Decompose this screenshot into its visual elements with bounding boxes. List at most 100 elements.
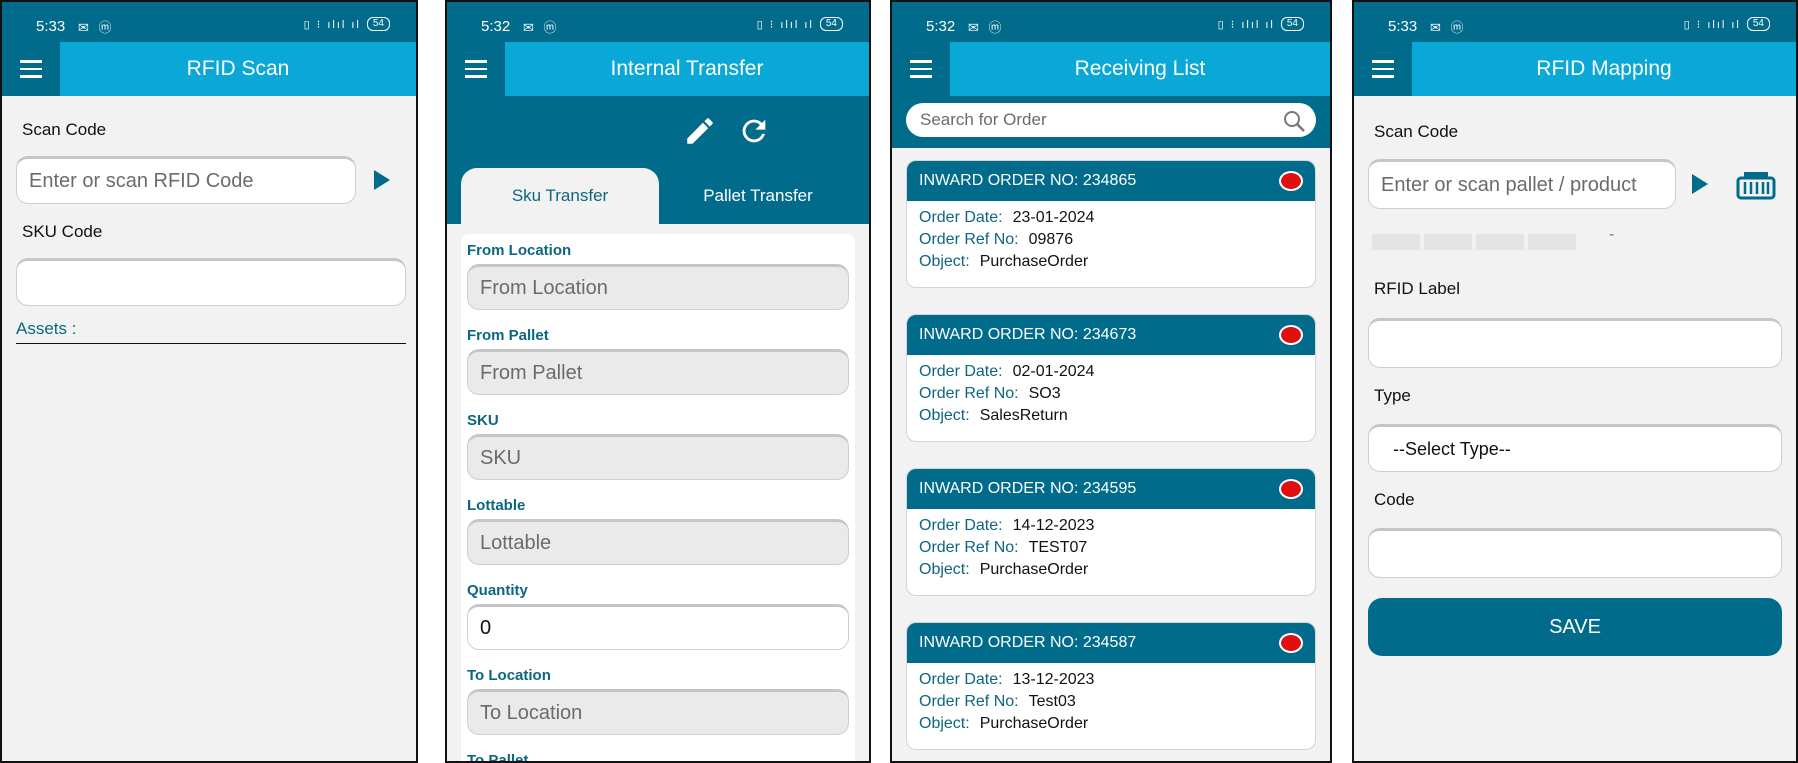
scan-code-label: Scan Code bbox=[1374, 122, 1459, 141]
status-time: 5:33 bbox=[1388, 18, 1418, 35]
code-input[interactable] bbox=[1368, 528, 1782, 578]
order-number: INWARD ORDER NO: 234595 bbox=[919, 480, 1137, 497]
order-number: INWARD ORDER NO: 234673 bbox=[919, 326, 1137, 343]
screen-title: RFID Mapping bbox=[1412, 42, 1796, 96]
order-object: SalesReturn bbox=[979, 407, 1068, 424]
save-button[interactable]: SAVE bbox=[1368, 598, 1782, 656]
sku-label: SKU bbox=[467, 412, 499, 429]
status-dot-icon bbox=[1279, 633, 1303, 653]
play-icon[interactable] bbox=[374, 170, 390, 190]
order-card[interactable]: INWARD ORDER NO: 234673 Order Date: 02-01… bbox=[906, 314, 1316, 442]
app-bar: RFID Scan bbox=[2, 42, 416, 96]
notification-icons: ✉ ⓜ bbox=[1430, 20, 1467, 35]
scan-code-label: Scan Code bbox=[22, 120, 107, 139]
play-icon[interactable] bbox=[1692, 174, 1708, 194]
notification-icons: ✉ ⓜ bbox=[523, 20, 560, 35]
search-placeholder: Search for Order bbox=[920, 110, 1047, 129]
internal-transfer-screen: 5:32 ✉ ⓜ ▯ ⁝ ılıl ıl 54 Internal Transfe… bbox=[445, 0, 871, 763]
menu-icon[interactable] bbox=[447, 42, 505, 96]
lottable-label: Lottable bbox=[467, 497, 526, 514]
edit-icon[interactable] bbox=[683, 114, 717, 148]
order-date-label: Order Date: bbox=[919, 671, 1003, 688]
search-icon[interactable] bbox=[1282, 109, 1306, 133]
system-icons: ▯ ⁝ ılıl ıl 54 bbox=[757, 17, 843, 31]
battery-icon: 54 bbox=[1746, 17, 1770, 31]
order-card[interactable]: INWARD ORDER NO: 234865 Order Date: 23-01… bbox=[906, 160, 1316, 288]
quantity-label: Quantity bbox=[467, 582, 528, 599]
object-label: Object: bbox=[919, 407, 970, 424]
battery-icon: 54 bbox=[1280, 17, 1304, 31]
system-icons: ▯ ⁝ ılıl ıl 54 bbox=[1218, 17, 1304, 31]
from-pallet-input[interactable]: From Pallet bbox=[467, 349, 849, 395]
order-ref-label: Order Ref No: bbox=[919, 385, 1019, 402]
order-ref: SO3 bbox=[1028, 385, 1061, 402]
menu-icon[interactable] bbox=[2, 42, 60, 96]
tab-pallet-transfer[interactable]: Pallet Transfer bbox=[659, 168, 857, 224]
loading-placeholder bbox=[1476, 234, 1524, 250]
from-pallet-label: From Pallet bbox=[467, 327, 549, 344]
menu-icon[interactable] bbox=[1354, 42, 1412, 96]
scan-code-input[interactable]: Enter or scan pallet / product bbox=[1368, 159, 1676, 209]
search-input[interactable]: Search for Order bbox=[906, 103, 1316, 137]
order-date-label: Order Date: bbox=[919, 209, 1003, 226]
from-location-input[interactable]: From Location bbox=[467, 264, 849, 310]
code-label: Code bbox=[1374, 490, 1415, 509]
order-header: INWARD ORDER NO: 234595 bbox=[907, 469, 1315, 509]
menu-icon[interactable] bbox=[892, 42, 950, 96]
order-date-label: Order Date: bbox=[919, 517, 1003, 534]
order-header: INWARD ORDER NO: 234865 bbox=[907, 161, 1315, 201]
to-location-input[interactable]: To Location bbox=[467, 689, 849, 735]
order-ref-label: Order Ref No: bbox=[919, 693, 1019, 710]
loading-placeholder bbox=[1372, 234, 1420, 250]
order-card[interactable]: INWARD ORDER NO: 234587 Order Date: 13-12… bbox=[906, 622, 1316, 750]
notification-icons: ✉ ⓜ bbox=[968, 20, 1005, 35]
order-number: INWARD ORDER NO: 234587 bbox=[919, 634, 1137, 651]
scan-code-input[interactable]: Enter or scan RFID Code bbox=[16, 156, 356, 204]
app-bar: RFID Mapping bbox=[1354, 42, 1796, 96]
quantity-input[interactable]: 0 bbox=[467, 604, 849, 650]
object-label: Object: bbox=[919, 561, 970, 578]
rfid-label-input[interactable] bbox=[1368, 318, 1782, 368]
rfid-label-label: RFID Label bbox=[1374, 279, 1460, 298]
sku-code-label: SKU Code bbox=[22, 222, 103, 241]
order-card[interactable]: INWARD ORDER NO: 234595 Order Date: 14-12… bbox=[906, 468, 1316, 596]
app-bar: Receiving List bbox=[892, 42, 1330, 96]
order-ref-label: Order Ref No: bbox=[919, 539, 1019, 556]
order-header: INWARD ORDER NO: 234587 bbox=[907, 623, 1315, 663]
order-date: 13-12-2023 bbox=[1012, 671, 1095, 688]
screen-title: RFID Scan bbox=[60, 42, 416, 96]
lottable-input[interactable]: Lottable bbox=[467, 519, 849, 565]
transfer-form: From Location From Location From Pallet … bbox=[461, 234, 855, 761]
order-date-label: Order Date: bbox=[919, 363, 1003, 380]
refresh-icon[interactable] bbox=[737, 114, 771, 148]
assets-label: Assets : bbox=[16, 319, 406, 344]
barcode-scanner-icon[interactable] bbox=[1736, 170, 1776, 200]
order-object: PurchaseOrder bbox=[979, 715, 1089, 732]
order-object: PurchaseOrder bbox=[979, 561, 1089, 578]
order-date: 14-12-2023 bbox=[1012, 517, 1095, 534]
sku-input[interactable]: SKU bbox=[467, 434, 849, 480]
to-pallet-label: To Pallet bbox=[467, 752, 529, 763]
order-date: 02-01-2024 bbox=[1012, 363, 1095, 380]
receiving-list-screen: 5:32 ✉ ⓜ ▯ ⁝ ılıl ıl 54 Receiving List S… bbox=[890, 0, 1332, 763]
order-header: INWARD ORDER NO: 234673 bbox=[907, 315, 1315, 355]
order-ref: Test03 bbox=[1028, 693, 1076, 710]
status-bar: 5:33 ✉ ⓜ ▯ ⁝ ılıl ıl 54 bbox=[2, 2, 416, 46]
status-time: 5:32 bbox=[926, 18, 956, 35]
order-date: 23-01-2024 bbox=[1012, 209, 1095, 226]
tab-sku-transfer[interactable]: Sku Transfer bbox=[461, 168, 659, 224]
order-ref: TEST07 bbox=[1028, 539, 1088, 556]
status-dot-icon bbox=[1279, 171, 1303, 191]
sku-code-input[interactable] bbox=[16, 258, 406, 306]
order-ref-label: Order Ref No: bbox=[919, 231, 1019, 248]
screen-title: Internal Transfer bbox=[505, 42, 869, 96]
status-bar: 5:33 ✉ ⓜ ▯ ⁝ ılıl ıl 54 bbox=[1354, 2, 1796, 46]
system-icons: ▯ ⁝ ılıl ıl 54 bbox=[304, 17, 390, 31]
type-select[interactable]: --Select Type-- bbox=[1368, 424, 1782, 472]
rfid-mapping-screen: 5:33 ✉ ⓜ ▯ ⁝ ılıl ıl 54 RFID Mapping Sca… bbox=[1352, 0, 1798, 763]
app-bar: Internal Transfer bbox=[447, 42, 869, 96]
loading-placeholder bbox=[1424, 234, 1472, 250]
object-label: Object: bbox=[919, 253, 970, 270]
order-object: PurchaseOrder bbox=[979, 253, 1089, 270]
to-location-label: To Location bbox=[467, 667, 551, 684]
